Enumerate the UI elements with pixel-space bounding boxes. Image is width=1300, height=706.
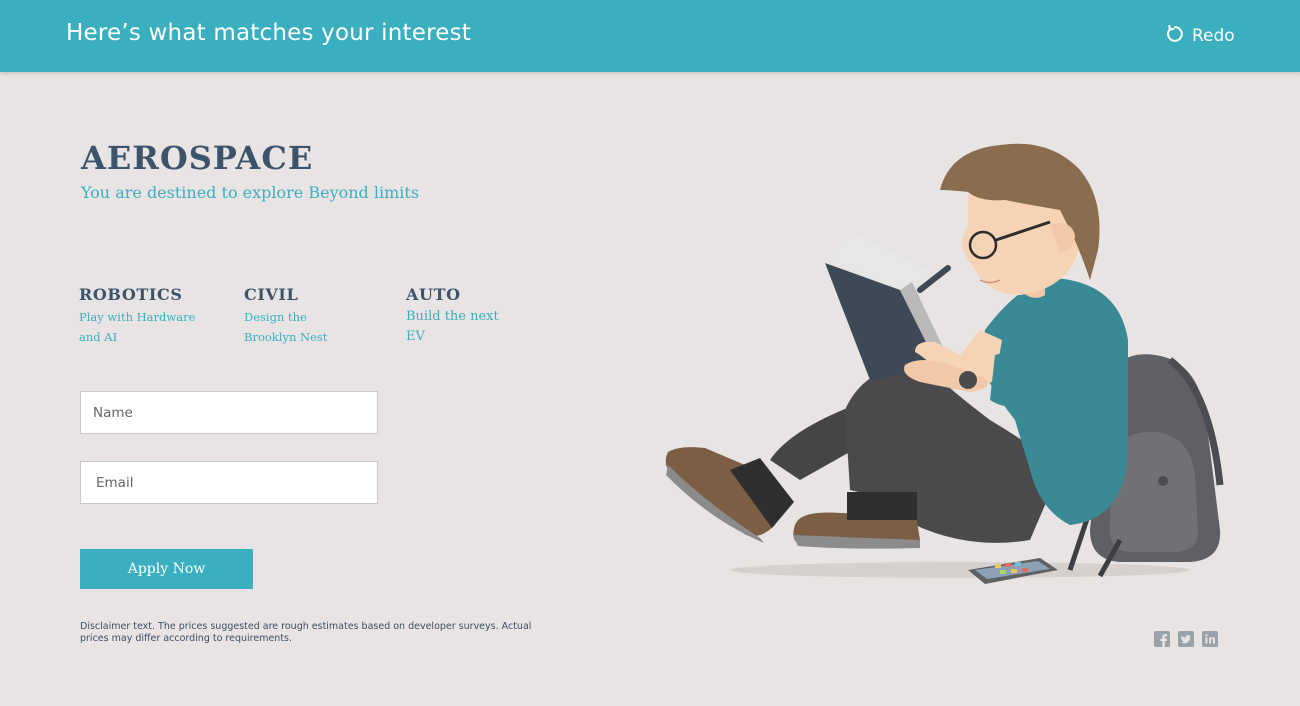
disclaimer-text: Disclaimer text. The prices suggested ar… xyxy=(80,621,532,644)
name-input[interactable] xyxy=(80,391,378,434)
result-subtitle: You are destined to explore Beyond limit… xyxy=(81,183,420,202)
page-title: Here’s what matches your interest xyxy=(66,20,472,46)
student-reading-illustration xyxy=(665,143,1224,584)
redo-icon xyxy=(1164,23,1186,50)
field-auto: AUTO Build the next EV xyxy=(406,285,511,347)
field-civil: CIVIL Design the Brooklyn Nest xyxy=(244,285,339,347)
field-name: CIVIL xyxy=(244,285,299,304)
shoe-right xyxy=(793,492,920,549)
result-title: AEROSPACE xyxy=(81,139,314,177)
redo-button[interactable]: Redo xyxy=(1164,22,1235,50)
head-illustration xyxy=(940,143,1100,298)
field-robotics: ROBOTICS Play with Hardware and AI xyxy=(79,285,204,347)
apply-now-button[interactable]: Apply Now xyxy=(80,549,253,589)
email-input[interactable] xyxy=(80,461,378,504)
top-bar: Here’s what matches your interest Redo xyxy=(0,0,1300,72)
facebook-icon[interactable] xyxy=(1154,631,1170,647)
ground-shadow xyxy=(730,562,1190,578)
field-description: Play with Hardware and AI xyxy=(79,310,196,344)
field-name: ROBOTICS xyxy=(79,285,183,304)
redo-label: Redo xyxy=(1192,26,1235,46)
field-name: AUTO xyxy=(406,285,461,304)
twitter-icon[interactable] xyxy=(1178,631,1194,647)
social-links xyxy=(1154,631,1218,647)
field-description: Build the next EV xyxy=(406,309,499,344)
linkedin-icon[interactable] xyxy=(1202,631,1218,647)
tablet-illustration xyxy=(968,558,1058,584)
field-description: Design the Brooklyn Nest xyxy=(244,310,328,344)
